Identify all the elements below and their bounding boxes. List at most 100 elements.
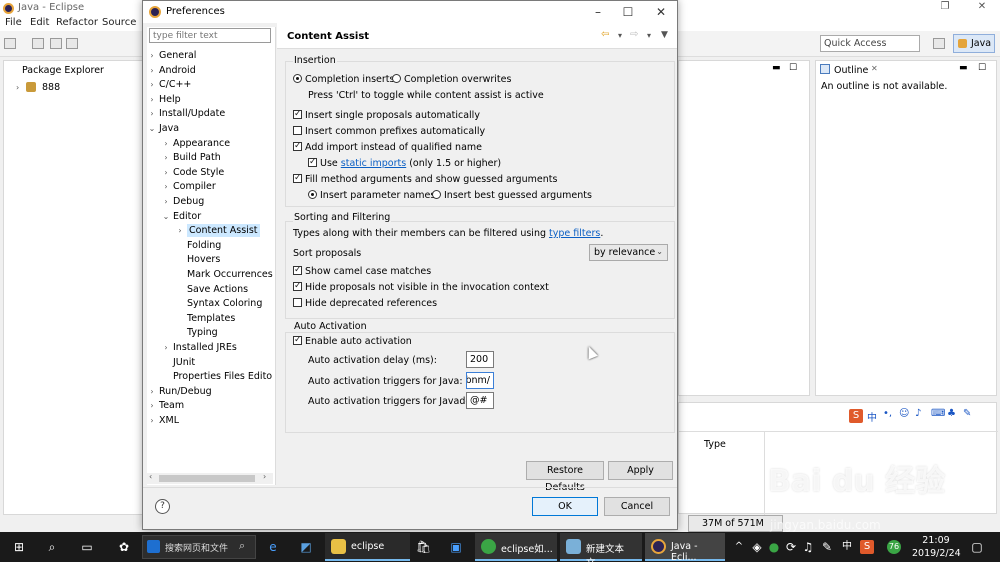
minimize-icon[interactable]: ▬ bbox=[772, 63, 781, 73]
open-perspective-icon[interactable] bbox=[933, 38, 945, 49]
tree-item-compiler[interactable]: Compiler bbox=[173, 180, 216, 193]
print-icon[interactable] bbox=[66, 38, 78, 49]
tree-item-build-path[interactable]: Build Path bbox=[173, 151, 221, 164]
tray-ime-icon[interactable]: 中 bbox=[840, 540, 854, 554]
scroll-right-icon[interactable]: › bbox=[263, 472, 266, 481]
single-proposals-checkbox[interactable]: Insert single proposals automatically bbox=[293, 108, 480, 122]
type-column-header[interactable]: Type bbox=[704, 439, 726, 450]
taskbar-app-eclipse[interactable]: Java - Ecli... bbox=[645, 533, 725, 562]
taskbar-search-box[interactable]: 搜索网页和文件 ⌕ bbox=[142, 535, 256, 559]
fill-method-checkbox[interactable]: Fill method arguments and show guessed a… bbox=[293, 172, 557, 186]
tree-item-folding[interactable]: Folding bbox=[187, 239, 221, 252]
common-prefixes-checkbox[interactable]: Insert common prefixes automatically bbox=[293, 126, 485, 138]
ime-emoji-icon[interactable]: ☺ bbox=[899, 408, 909, 419]
menu-refactor[interactable]: Refactor bbox=[56, 17, 98, 28]
sort-proposals-select[interactable]: by relevance ⌄ bbox=[589, 244, 668, 261]
checkbox-indicator[interactable] bbox=[293, 334, 302, 346]
forward-arrow-icon[interactable]: ⇨ bbox=[630, 29, 638, 40]
tree-item-general[interactable]: General bbox=[159, 49, 196, 62]
taskbar-app-browser[interactable]: eclipse如... bbox=[475, 533, 557, 561]
save-all-icon[interactable] bbox=[50, 38, 62, 49]
filter-input[interactable] bbox=[149, 28, 271, 43]
collapsed-chevron-icon[interactable]: › bbox=[148, 399, 156, 412]
collapsed-chevron-icon[interactable]: › bbox=[162, 341, 170, 354]
tree-item-run-debug[interactable]: Run/Debug bbox=[159, 385, 212, 398]
back-menu-chevron-icon[interactable]: ▾ bbox=[618, 31, 622, 40]
collapsed-chevron-icon[interactable]: › bbox=[148, 49, 156, 62]
project-888[interactable]: 888 bbox=[42, 82, 60, 93]
insert-best-guessed-radio[interactable]: Insert best guessed arguments bbox=[432, 190, 592, 202]
collapsed-chevron-icon[interactable]: › bbox=[162, 180, 170, 193]
save-icon[interactable] bbox=[32, 38, 44, 49]
tree-item-install-update[interactable]: Install/Update bbox=[159, 107, 225, 120]
menu-file[interactable]: File bbox=[5, 17, 22, 28]
static-imports-link[interactable]: static imports bbox=[341, 158, 406, 169]
ime-keyboard-icon[interactable]: ⌨ bbox=[931, 408, 945, 419]
tray-volume-icon[interactable]: ♫ bbox=[801, 540, 815, 554]
tree-item-hovers[interactable]: Hovers bbox=[187, 253, 220, 266]
insert-param-names-radio[interactable]: Insert parameter names bbox=[308, 190, 435, 202]
expanded-chevron-icon[interactable]: ⌄ bbox=[162, 210, 170, 223]
ime-skin-icon[interactable]: ♣ bbox=[947, 408, 956, 419]
help-icon[interactable]: ? bbox=[155, 499, 170, 514]
store-icon[interactable]: 🛍 bbox=[416, 540, 431, 554]
maximize-icon[interactable]: ☐ bbox=[789, 63, 797, 73]
restore-defaults-button[interactable]: Restore Defaults bbox=[526, 461, 604, 493]
view-menu-icon[interactable]: ▼ bbox=[661, 30, 668, 40]
taskbar-clock[interactable]: 21:09 2019/2/24 bbox=[912, 534, 961, 560]
static-imports-checkbox[interactable]: Use static imports (only 1.5 or higher) bbox=[308, 156, 501, 170]
quick-access-input[interactable]: Quick Access bbox=[820, 35, 920, 52]
search-icon[interactable]: ⌕ bbox=[45, 540, 59, 554]
tree-item-team[interactable]: Team bbox=[159, 399, 184, 412]
app-launcher-icon[interactable]: ✿ bbox=[117, 540, 131, 554]
radio-indicator[interactable] bbox=[432, 190, 441, 199]
tree-item-android[interactable]: Android bbox=[159, 64, 196, 77]
ok-button[interactable]: OK bbox=[532, 497, 598, 516]
collapsed-chevron-icon[interactable]: › bbox=[148, 93, 156, 106]
enable-auto-activation-checkbox[interactable]: Enable auto activation bbox=[293, 334, 412, 348]
tree-item-c-c-[interactable]: C/C++ bbox=[159, 78, 191, 91]
menu-edit[interactable]: Edit bbox=[30, 17, 49, 28]
collapsed-chevron-icon[interactable]: › bbox=[162, 151, 170, 164]
checkbox-indicator[interactable] bbox=[308, 156, 317, 168]
restore-icon[interactable]: ❐ bbox=[925, 1, 965, 16]
dialog-maximize-icon[interactable]: ☐ bbox=[613, 3, 643, 21]
tree-item-junit[interactable]: JUnit bbox=[173, 356, 195, 369]
outline-tab[interactable]: Outline bbox=[834, 65, 868, 76]
close-outline-icon[interactable]: ✕ bbox=[871, 64, 878, 73]
checkbox-indicator[interactable] bbox=[293, 126, 302, 135]
radio-indicator[interactable] bbox=[308, 190, 317, 199]
tree-item-code-style[interactable]: Code Style bbox=[173, 166, 224, 179]
checkbox-indicator[interactable] bbox=[293, 108, 302, 120]
java-triggers-input[interactable]: /bnm bbox=[466, 372, 494, 389]
new-icon[interactable] bbox=[4, 38, 16, 49]
tree-item-help[interactable]: Help bbox=[159, 93, 181, 106]
maximize-outline-icon[interactable]: ☐ bbox=[978, 63, 986, 73]
menu-source[interactable]: Source bbox=[102, 17, 136, 28]
tree-item-content-assist[interactable]: Content Assist bbox=[187, 224, 260, 238]
tree-horizontal-scrollbar[interactable]: ‹ › bbox=[147, 472, 273, 484]
tree-item-syntax-coloring[interactable]: Syntax Coloring bbox=[187, 297, 262, 310]
javadoc-triggers-input[interactable]: @# bbox=[466, 392, 494, 409]
tray-app-icon[interactable]: ● bbox=[767, 540, 781, 554]
tree-item-appearance[interactable]: Appearance bbox=[173, 137, 230, 150]
expanded-chevron-icon[interactable]: ⌄ bbox=[148, 122, 156, 135]
forward-menu-chevron-icon[interactable]: ▾ bbox=[647, 31, 651, 40]
collapsed-chevron-icon[interactable]: › bbox=[162, 195, 170, 208]
app-icon-window[interactable]: ▣ bbox=[449, 540, 463, 554]
collapsed-chevron-icon[interactable]: › bbox=[148, 64, 156, 77]
tree-item-save-actions[interactable]: Save Actions bbox=[187, 283, 248, 296]
minimize-outline-icon[interactable]: ▬ bbox=[959, 63, 968, 73]
hide-not-visible-checkbox[interactable]: Hide proposals not visible in the invoca… bbox=[293, 280, 549, 294]
task-view-icon[interactable]: ▭ bbox=[80, 540, 94, 554]
completion-inserts-radio[interactable]: Completion inserts bbox=[293, 74, 394, 86]
java-perspective-button[interactable]: Java bbox=[953, 34, 995, 53]
tray-network-icon[interactable]: ◈ bbox=[750, 540, 764, 554]
apply-button[interactable]: Apply bbox=[608, 461, 673, 480]
tray-pen-icon[interactable]: ✎ bbox=[820, 540, 834, 554]
tree-item-java[interactable]: Java bbox=[159, 122, 179, 135]
dialog-minimize-icon[interactable]: – bbox=[583, 3, 613, 21]
tree-item-typing[interactable]: Typing bbox=[187, 326, 218, 339]
checkbox-indicator[interactable] bbox=[293, 280, 302, 292]
add-import-checkbox[interactable]: Add import instead of qualified name bbox=[293, 140, 482, 154]
